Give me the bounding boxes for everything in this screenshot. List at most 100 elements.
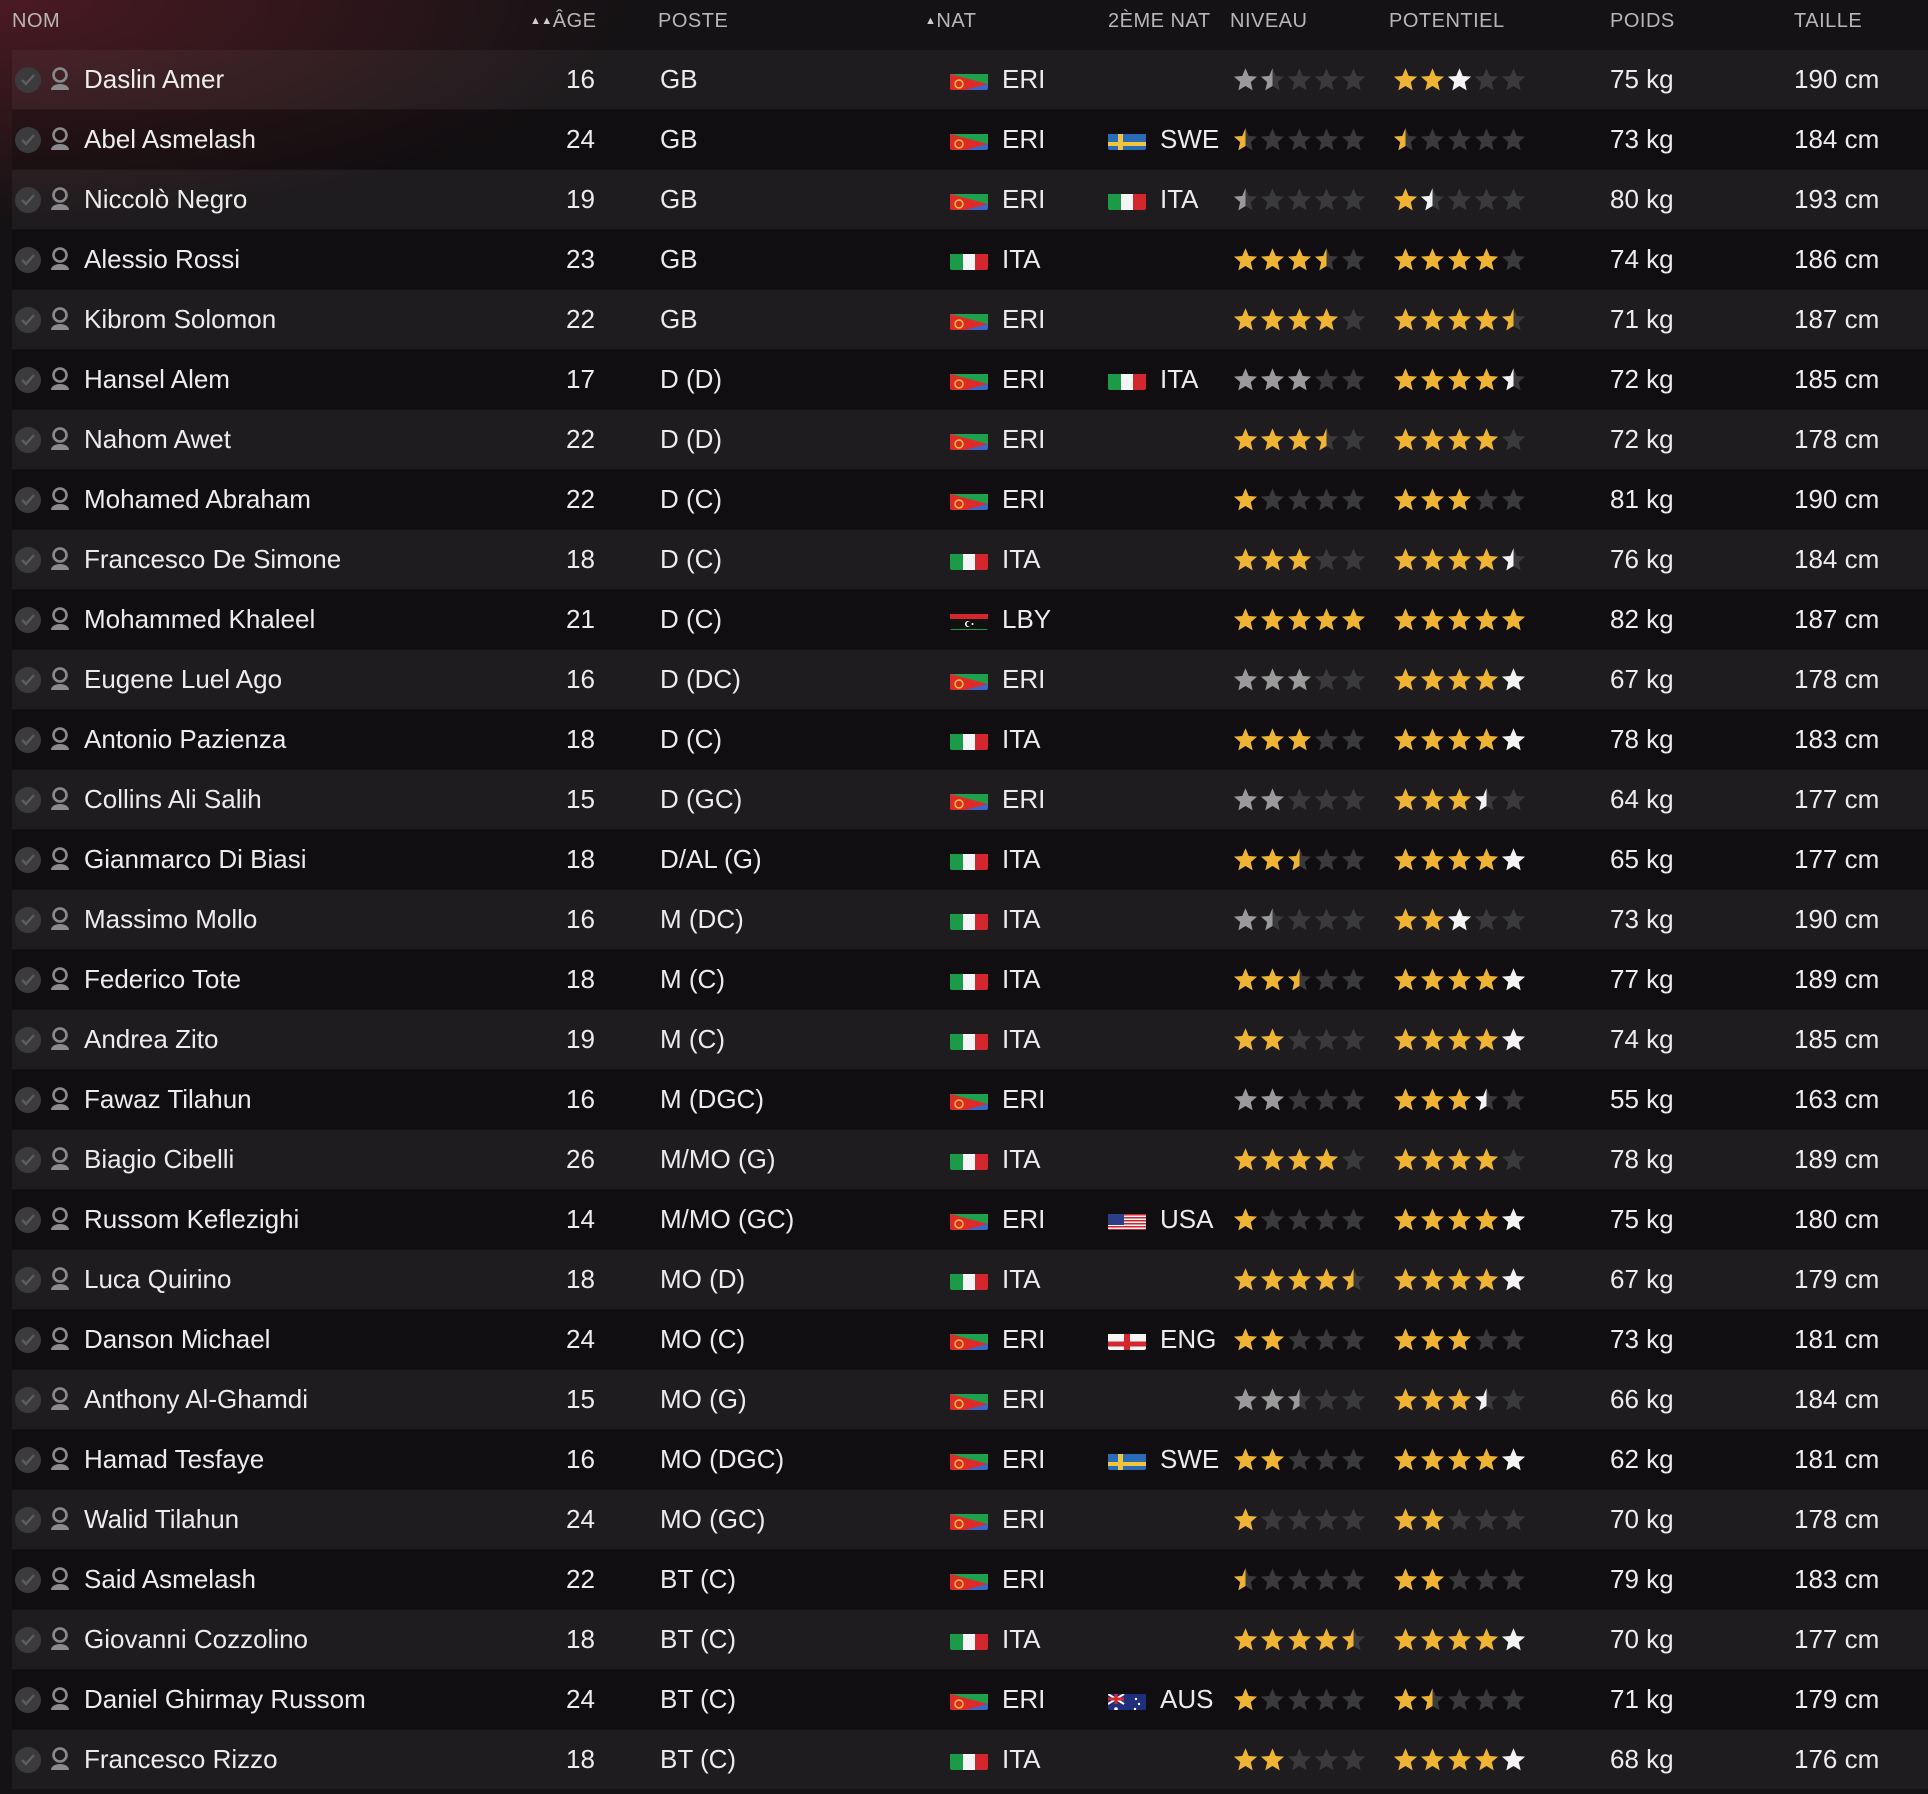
player-row[interactable]: Walid Tilahun 24 MO (GC) ERI 70 kg 178 cm (12, 1490, 1928, 1549)
player-name[interactable]: Anthony Al-Ghamdi (84, 1370, 308, 1429)
player-nationality[interactable]: LBY (1002, 590, 1051, 649)
player-nationality[interactable]: ERI (1002, 1430, 1045, 1489)
player-row[interactable]: Luca Quirino 18 MO (D) ITA 67 kg 179 cm (12, 1250, 1928, 1309)
select-checkbox[interactable] (15, 307, 41, 333)
select-checkbox[interactable] (15, 1087, 41, 1113)
player-nationality[interactable]: ERI (1002, 1550, 1045, 1609)
select-checkbox[interactable] (15, 547, 41, 573)
select-checkbox[interactable] (15, 787, 41, 813)
player-row[interactable]: Alessio Rossi 23 GB ITA 74 kg 186 cm (12, 230, 1928, 289)
player-nationality[interactable]: ERI (1002, 1670, 1045, 1729)
player-nationality[interactable]: ITA (1002, 1010, 1041, 1069)
player-nationality[interactable]: ERI (1002, 770, 1045, 829)
select-checkbox[interactable] (15, 1627, 41, 1653)
player-second-nationality[interactable]: USA (1160, 1190, 1213, 1249)
player-second-nationality[interactable]: ITA (1160, 170, 1199, 229)
select-checkbox[interactable] (15, 667, 41, 693)
player-nationality[interactable]: ERI (1002, 110, 1045, 169)
select-checkbox[interactable] (15, 1687, 41, 1713)
player-name[interactable]: Mohammed Khaleel (84, 590, 315, 649)
select-checkbox[interactable] (15, 1387, 41, 1413)
header-poids[interactable]: POIDS (1610, 10, 1675, 33)
player-name[interactable]: Antonio Pazienza (84, 710, 286, 769)
player-second-nationality[interactable]: AUS (1160, 1670, 1213, 1729)
player-nationality[interactable]: ITA (1002, 1730, 1041, 1789)
select-checkbox[interactable] (15, 907, 41, 933)
player-row[interactable]: Nahom Awet 22 D (D) ERI 72 kg 178 cm (12, 410, 1928, 469)
player-nationality[interactable]: ERI (1002, 1490, 1045, 1549)
select-checkbox[interactable] (15, 247, 41, 273)
select-checkbox[interactable] (15, 607, 41, 633)
player-name[interactable]: Kibrom Solomon (84, 290, 276, 349)
player-name[interactable]: Massimo Mollo (84, 890, 257, 949)
player-row[interactable]: Daslin Amer 16 GB ERI 75 kg 190 cm (12, 50, 1928, 109)
player-nationality[interactable]: ITA (1002, 230, 1041, 289)
player-row[interactable]: Gianmarco Di Biasi 18 D/AL (G) ITA 65 kg 177 … (12, 830, 1928, 889)
player-row[interactable]: Antonio Pazienza 18 D (C) ITA 78 kg 183 cm (12, 710, 1928, 769)
player-row[interactable]: Mohamed Abraham 22 D (C) ERI 81 kg 190 cm (12, 470, 1928, 529)
player-nationality[interactable]: ERI (1002, 170, 1045, 229)
player-name[interactable]: Niccolò Negro (84, 170, 247, 229)
player-row[interactable]: Eugene Luel Ago 16 D (DC) ERI 67 kg 178 cm (12, 650, 1928, 709)
player-row[interactable]: Said Asmelash 22 BT (C) ERI 79 kg 183 cm (12, 1550, 1928, 1609)
player-name[interactable]: Russom Keflezighi (84, 1190, 299, 1249)
player-second-nationality[interactable]: ENG (1160, 1310, 1216, 1369)
header-age[interactable]: ▲▲ÂGE (530, 10, 597, 33)
player-row[interactable]: Fawaz Tilahun 16 M (DGC) ERI 55 kg 163 cm (12, 1070, 1928, 1129)
select-checkbox[interactable] (15, 1027, 41, 1053)
header-nom[interactable]: NOM (12, 10, 60, 33)
player-nationality[interactable]: ITA (1002, 830, 1041, 889)
player-row[interactable]: Massimo Mollo 16 M (DC) ITA 73 kg 190 cm (12, 890, 1928, 949)
player-second-nationality[interactable]: SWE (1160, 1430, 1219, 1489)
player-name[interactable]: Daniel Ghirmay Russom (84, 1670, 366, 1729)
select-checkbox[interactable] (15, 367, 41, 393)
player-row[interactable]: Andrea Zito 19 M (C) ITA 74 kg 185 cm (12, 1010, 1928, 1069)
select-checkbox[interactable] (15, 1567, 41, 1593)
select-checkbox[interactable] (15, 127, 41, 153)
player-nationality[interactable]: ITA (1002, 530, 1041, 589)
player-name[interactable]: Collins Ali Salih (84, 770, 262, 829)
player-nationality[interactable]: ERI (1002, 1370, 1045, 1429)
player-name[interactable]: Hamad Tesfaye (84, 1430, 264, 1489)
player-row[interactable]: Niccolò Negro 19 GB ERI ITA 80 kg 193 cm (12, 170, 1928, 229)
player-name[interactable]: Walid Tilahun (84, 1490, 239, 1549)
player-row[interactable]: Biagio Cibelli 26 M/MO (G) ITA 78 kg 189 cm (12, 1130, 1928, 1189)
player-name[interactable]: Abel Asmelash (84, 110, 256, 169)
select-checkbox[interactable] (15, 67, 41, 93)
player-row[interactable]: Hansel Alem 17 D (D) ERI ITA 72 kg 185 cm (12, 350, 1928, 409)
player-nationality[interactable]: ERI (1002, 650, 1045, 709)
player-name[interactable]: Said Asmelash (84, 1550, 256, 1609)
select-checkbox[interactable] (15, 1507, 41, 1533)
player-name[interactable]: Danson Michael (84, 1310, 270, 1369)
player-row[interactable]: Anthony Al-Ghamdi 15 MO (G) ERI 66 kg 184 cm (12, 1370, 1928, 1429)
player-nationality[interactable]: ITA (1002, 1130, 1041, 1189)
player-nationality[interactable]: ERI (1002, 1190, 1045, 1249)
player-name[interactable]: Fawaz Tilahun (84, 1070, 252, 1129)
player-row[interactable]: Collins Ali Salih 15 D (GC) ERI 64 kg 177 cm (12, 770, 1928, 829)
select-checkbox[interactable] (15, 1747, 41, 1773)
select-checkbox[interactable] (15, 187, 41, 213)
player-row[interactable]: Francesco De Simone 18 D (C) ITA 76 kg 184 cm (12, 530, 1928, 589)
player-name[interactable]: Mohamed Abraham (84, 470, 311, 529)
player-nationality[interactable]: ERI (1002, 410, 1045, 469)
player-row[interactable]: Kibrom Solomon 22 GB ERI 71 kg 187 cm (12, 290, 1928, 349)
player-row[interactable]: Federico Tote 18 M (C) ITA 77 kg 189 cm (12, 950, 1928, 1009)
player-nationality[interactable]: ITA (1002, 950, 1041, 1009)
player-row[interactable]: Mohammed Khaleel 21 D (C) LBY 82 kg 187 cm (12, 590, 1928, 649)
player-name[interactable]: Eugene Luel Ago (84, 650, 282, 709)
player-nationality[interactable]: ERI (1002, 470, 1045, 529)
player-row[interactable]: Abel Asmelash 24 GB ERI SWE 73 kg 184 cm (12, 110, 1928, 169)
player-second-nationality[interactable]: SWE (1160, 110, 1219, 169)
player-row[interactable]: Hamad Tesfaye 16 MO (DGC) ERI SWE 62 kg 181 cm (12, 1430, 1928, 1489)
player-row[interactable]: Daniel Ghirmay Russom 24 BT (C) ERI AUS 71 kg… (12, 1670, 1928, 1729)
header-taille[interactable]: TAILLE (1794, 10, 1862, 33)
player-name[interactable]: Andrea Zito (84, 1010, 218, 1069)
select-checkbox[interactable] (15, 1267, 41, 1293)
select-checkbox[interactable] (15, 1327, 41, 1353)
player-name[interactable]: Daslin Amer (84, 50, 224, 109)
select-checkbox[interactable] (15, 1447, 41, 1473)
player-nationality[interactable]: ITA (1002, 710, 1041, 769)
player-nationality[interactable]: ERI (1002, 290, 1045, 349)
player-row[interactable]: Giovanni Cozzolino 18 BT (C) ITA 70 kg 177 cm (12, 1610, 1928, 1669)
player-name[interactable]: Nahom Awet (84, 410, 231, 469)
